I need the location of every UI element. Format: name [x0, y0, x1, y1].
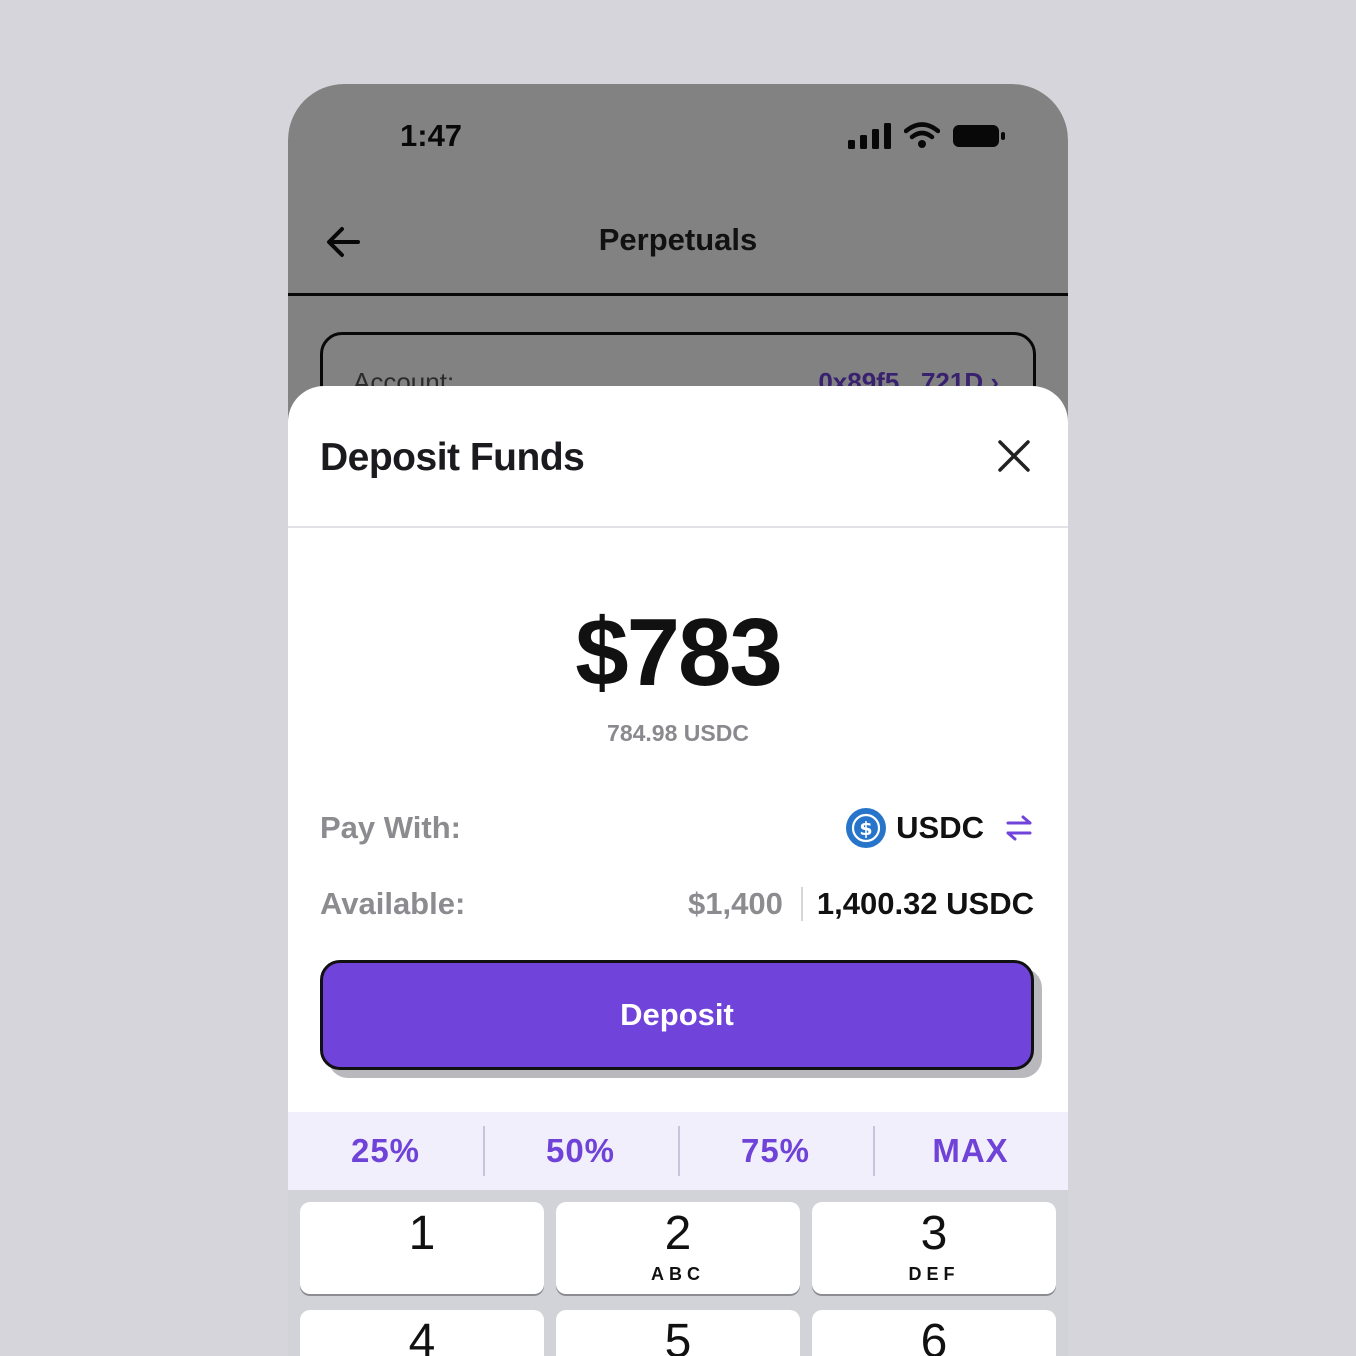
available-label: Available:	[320, 886, 466, 921]
percent-bar: 25% 50% 75% MAX	[288, 1112, 1068, 1190]
available-usd: $1,400	[688, 886, 783, 921]
pay-with-token: USDC	[896, 810, 984, 845]
max-button[interactable]: MAX	[873, 1126, 1068, 1176]
percent-50-button[interactable]: 50%	[483, 1126, 678, 1176]
percent-25-button[interactable]: 25%	[288, 1126, 483, 1176]
phone-screen: 1:47 Perpetuals Account: 0x89f5...721D ›…	[288, 84, 1068, 1356]
key-2[interactable]: 2 ABC	[556, 1202, 800, 1294]
svg-text:$: $	[860, 818, 873, 840]
available-usdc: 1,400.32 USDC	[816, 886, 1034, 921]
pay-with-label: Pay With:	[320, 810, 461, 845]
key-5[interactable]: 5	[556, 1310, 800, 1356]
deposit-amount: $783	[575, 599, 783, 706]
deposit-button[interactable]: Deposit	[320, 960, 1034, 1070]
key-1[interactable]: 1	[300, 1202, 544, 1294]
sheet-header: Deposit Funds	[288, 386, 1068, 528]
numeric-keypad: 1 2 ABC 3 DEF 4 5 6	[288, 1190, 1068, 1356]
available-balance: $1,400 1,400.32 USDC	[688, 886, 1034, 922]
key-number: 5	[664, 1315, 692, 1356]
divider	[800, 887, 803, 921]
key-letters: ABC	[651, 1264, 705, 1284]
sheet-title: Deposit Funds	[320, 436, 585, 479]
key-letters: DEF	[908, 1264, 960, 1284]
key-number: 1	[408, 1207, 436, 1260]
swap-icon[interactable]	[1004, 813, 1034, 843]
deposit-amount-token: 784.98 USDC	[607, 720, 749, 746]
key-number: 3	[920, 1207, 948, 1260]
usdc-icon: $	[846, 808, 887, 848]
key-6[interactable]: 6	[812, 1310, 1056, 1356]
percent-75-button[interactable]: 75%	[678, 1126, 873, 1176]
deposit-button-wrap: Deposit	[320, 960, 1042, 1078]
keypad-row: 4 5 6	[300, 1310, 1056, 1356]
close-icon[interactable]	[996, 438, 1032, 474]
key-number: 2	[664, 1207, 692, 1260]
pay-with-selector[interactable]: $ USDC	[846, 806, 1034, 850]
key-4[interactable]: 4	[300, 1310, 544, 1356]
key-number: 6	[920, 1315, 948, 1356]
key-number: 4	[408, 1315, 436, 1356]
keypad-row: 1 2 ABC 3 DEF	[300, 1202, 1056, 1294]
deposit-sheet: Deposit Funds $783 784.98 USDC Pay With:…	[288, 386, 1068, 1356]
key-3[interactable]: 3 DEF	[812, 1202, 1056, 1294]
